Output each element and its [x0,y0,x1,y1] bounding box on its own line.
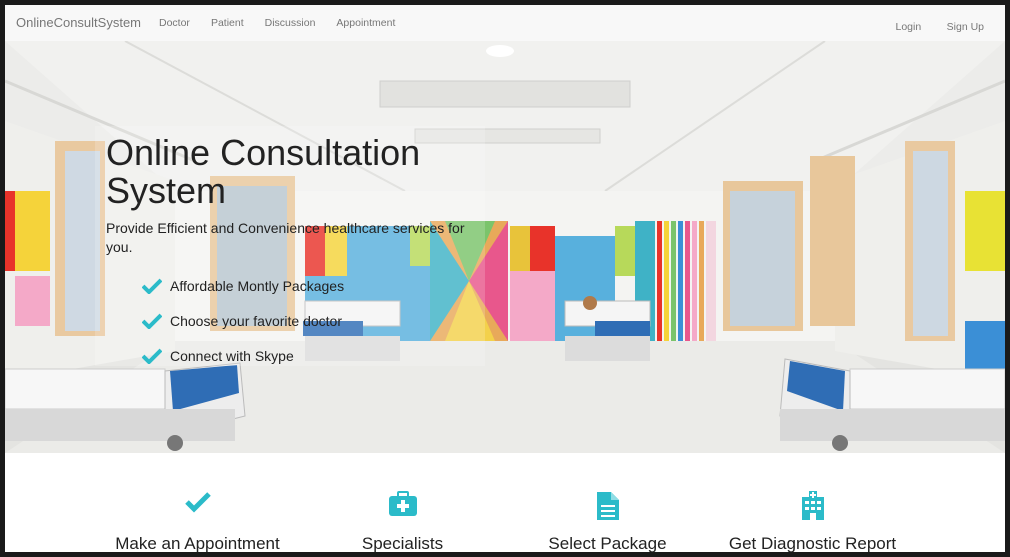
feature-item: Connect with Skype [142,348,294,364]
hero-section: Online Consultation System Provide Effic… [5,41,1005,453]
hero-subtitle: Provide Efficient and Convenience health… [106,220,465,255]
nav-link-signup[interactable]: Sign Up [947,21,984,33]
medkit-icon [388,491,417,516]
check-icon [142,348,162,364]
check-icon [184,492,211,513]
services-section: Make an Appointment Specialists Select P… [5,453,1005,552]
service-label: Specialists [361,534,444,552]
feature-label: Affordable Montly Packages [170,278,345,294]
feature-item: Affordable Montly Packages [142,278,344,294]
nav-link-doctor[interactable]: Doctor [159,17,190,29]
hero-title: Online Consultation System [106,132,421,211]
navbar: OnlineConsultSystem Doctor Patient Discu… [5,5,1005,42]
nav-link-login[interactable]: Login [895,21,921,33]
feature-label: Connect with Skype [170,348,294,364]
check-icon [142,278,162,294]
feature-label: Choose your favorite doctor [170,313,342,329]
nav-link-appointment[interactable]: Appointment [336,17,395,29]
nav-link-discussion[interactable]: Discussion [265,17,316,29]
service-label: Get Diagnostic Report [728,534,897,552]
service-label: Make an Appointment [115,534,280,552]
nav-auth-links: Login Sign Up [874,17,984,35]
service-label: Select Package [548,534,667,552]
check-icon [142,313,162,329]
nav-link-patient[interactable]: Patient [211,17,244,29]
document-icon [596,492,619,520]
browser-viewport: OnlineConsultSystem Doctor Patient Discu… [5,5,1005,552]
nav-links: Doctor Patient Discussion Appointment [159,17,416,29]
brand-link[interactable]: OnlineConsultSystem [16,15,141,30]
feature-item: Choose your favorite doctor [142,313,342,329]
hospital-icon [801,491,824,520]
